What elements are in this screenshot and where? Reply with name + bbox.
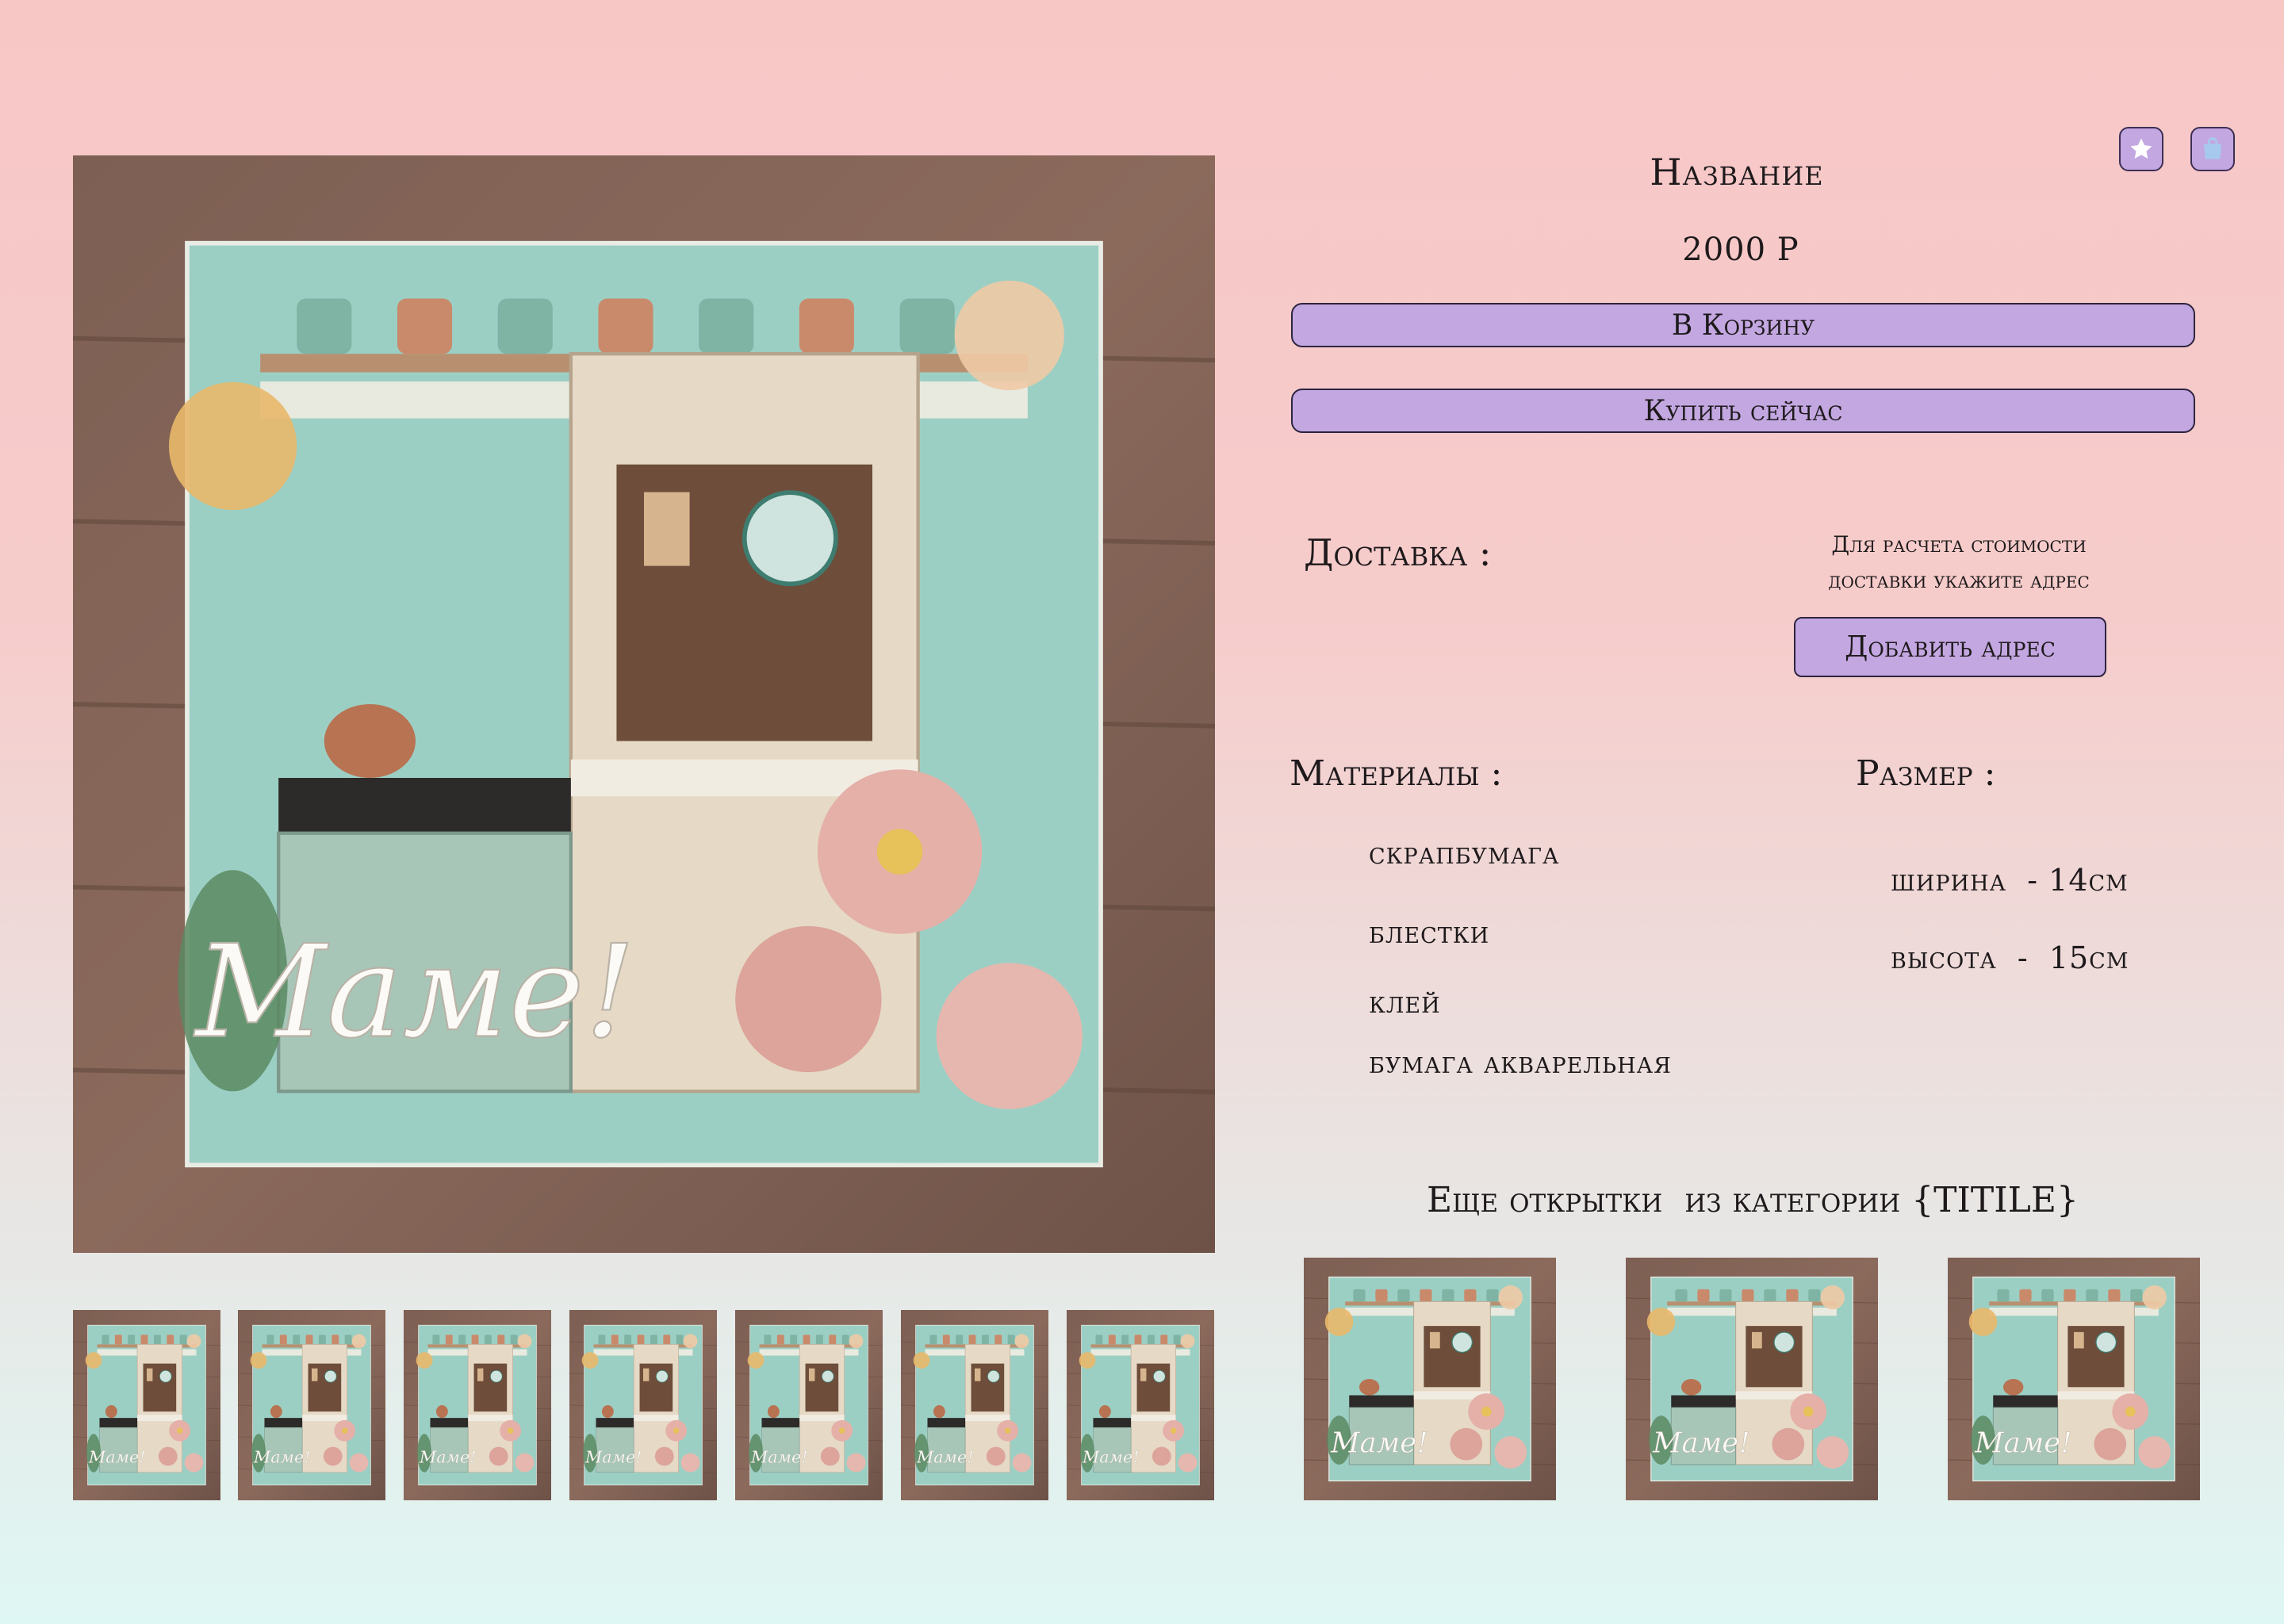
size-width: ширина - 14см: [1891, 863, 2129, 898]
more-from-category-heading: Еще открытки из категории {TITILE}: [1427, 1180, 2079, 1220]
product-price: 2000 Р: [1682, 232, 1799, 268]
shopping-bag-icon: [2198, 134, 2228, 164]
product-title: Название: [1650, 151, 1824, 193]
materials-item: блестки: [1369, 915, 1490, 950]
svg-text:Маме!: Маме!: [1974, 1427, 2072, 1460]
delivery-note-line-1: Для расчета стоимости: [1831, 531, 2087, 557]
materials-item: бумага акварельная: [1369, 1045, 1672, 1080]
svg-text:Маме!: Маме!: [584, 1448, 642, 1467]
related-card-2[interactable]: Маме!: [1626, 1258, 1878, 1500]
thumbnail-3[interactable]: Маме!: [404, 1310, 551, 1500]
materials-item: клей: [1369, 985, 1441, 1020]
svg-text:Маме!: Маме!: [253, 1448, 311, 1467]
product-main-image: Маме!: [73, 155, 1215, 1253]
thumbnail-5[interactable]: Маме!: [735, 1310, 883, 1500]
thumbnail-1[interactable]: Маме!: [73, 1310, 220, 1500]
thumbnail-6[interactable]: Маме!: [901, 1310, 1048, 1500]
materials-label: Материалы :: [1290, 753, 1503, 794]
buy-now-button[interactable]: Купить сейчас: [1291, 389, 2195, 433]
svg-text:Маме!: Маме!: [750, 1448, 808, 1467]
delivery-note-line-2: доставки укажите адрес: [1828, 567, 2090, 593]
related-card-1[interactable]: Маме!: [1304, 1258, 1556, 1500]
svg-text:Маме!: Маме!: [1082, 1448, 1140, 1467]
svg-text:Маме!: Маме!: [1330, 1427, 1428, 1460]
thumbnail-4[interactable]: Маме!: [569, 1310, 717, 1500]
svg-text:Маме!: Маме!: [193, 918, 635, 1067]
delivery-note: Для расчета стоимости доставки укажите а…: [1792, 527, 2125, 598]
svg-text:Маме!: Маме!: [88, 1448, 146, 1467]
svg-text:Маме!: Маме!: [419, 1448, 477, 1467]
svg-text:Маме!: Маме!: [1652, 1427, 1750, 1460]
thumbnail-2[interactable]: Маме!: [238, 1310, 385, 1500]
materials-item: скрапбумага: [1369, 836, 1560, 871]
size-height: высота - 15см: [1891, 940, 2129, 975]
add-address-button[interactable]: Добавить адрес: [1794, 617, 2106, 677]
thumbnail-7[interactable]: Маме!: [1067, 1310, 1214, 1500]
svg-text:Маме!: Маме!: [916, 1448, 974, 1467]
related-card-3[interactable]: Маме!: [1948, 1258, 2200, 1500]
cart-button[interactable]: [2190, 127, 2235, 171]
delivery-label: Доставка :: [1304, 531, 1492, 574]
size-label: Размер :: [1856, 753, 1996, 794]
add-to-cart-button[interactable]: В Корзину: [1291, 303, 2195, 347]
